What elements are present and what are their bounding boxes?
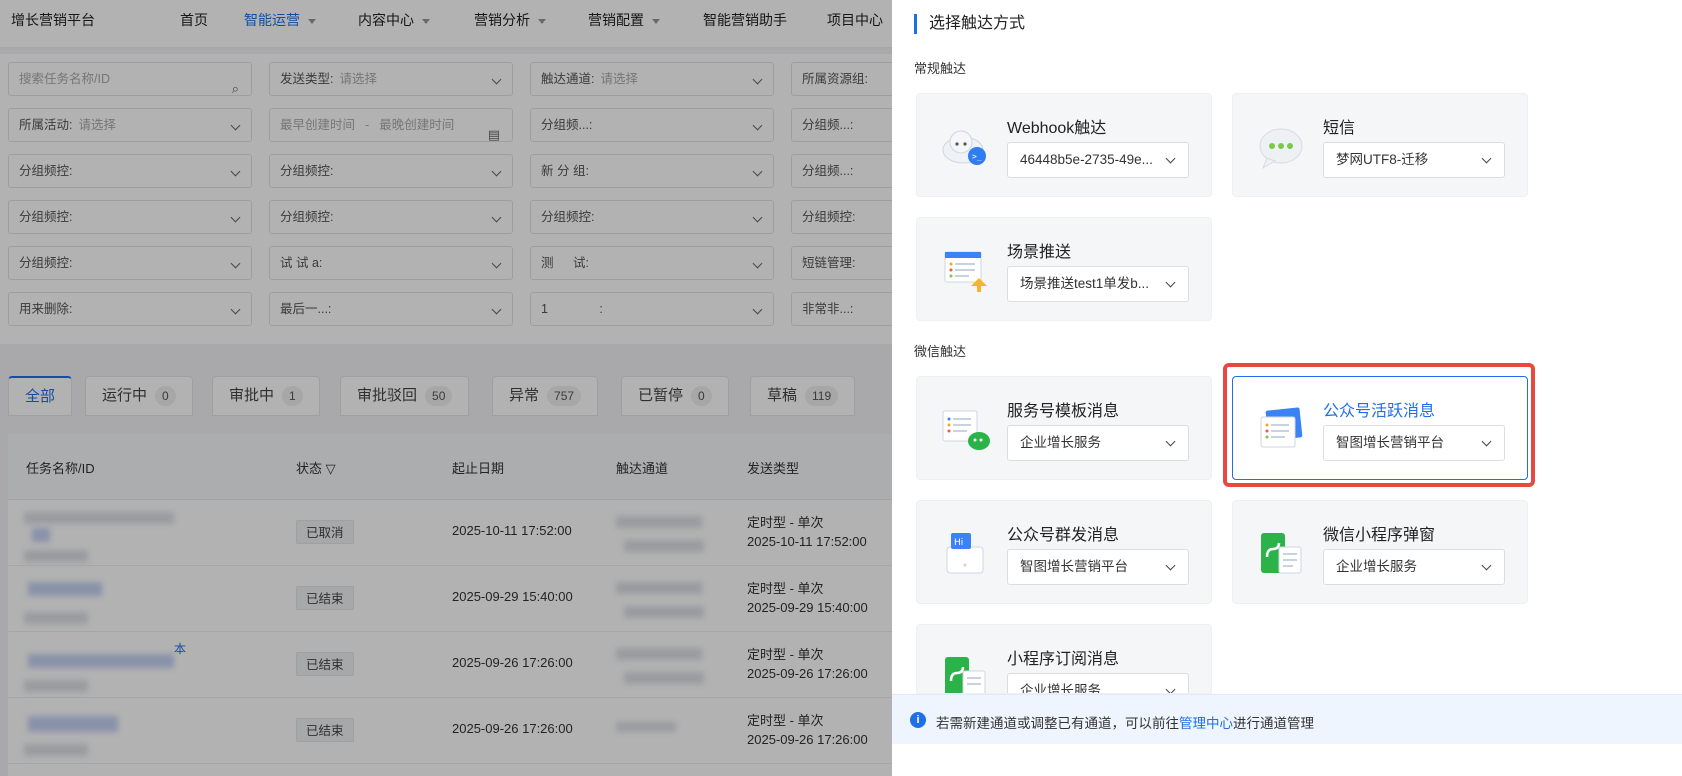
chevron-down-icon <box>1165 436 1176 447</box>
chevron-down-icon <box>1165 560 1176 571</box>
cloud-terminal-icon: >_ <box>942 130 986 165</box>
channel-name: 小程序订阅消息 <box>1007 651 1120 668</box>
channel-name: 场景推送 <box>1007 244 1072 261</box>
section-wechat: 微信触达 <box>914 344 967 359</box>
chevron-down-icon <box>1165 684 1176 693</box>
channel-card-scene-push[interactable]: 场景推送 场景推送test1单发b... <box>916 217 1212 321</box>
info-icon: i <box>910 712 926 728</box>
channel-name: 短信 <box>1323 120 1356 137</box>
channel-card-oa-mass[interactable]: Hi 公众号群发消息 智图增长营销平台 <box>916 500 1212 604</box>
drawer-title: 选择触达方式 <box>914 14 1025 34</box>
miniprogram-subscribe-select[interactable]: 企业增长服务 <box>1007 673 1189 693</box>
section-regular: 常规触达 <box>914 61 967 76</box>
miniprogram-icon <box>1261 533 1302 574</box>
chevron-down-icon <box>1481 560 1492 571</box>
chevron-down-icon <box>1165 277 1176 288</box>
document-push-icon <box>944 251 987 292</box>
miniprogram-icon <box>945 657 986 693</box>
channel-card-miniprogram-subscribe[interactable]: 小程序订阅消息 企业增长服务 <box>916 624 1212 694</box>
webhook-account-select[interactable]: 46448b5e-2735-49e... <box>1007 142 1189 178</box>
chat-bubble-icon <box>1259 128 1303 170</box>
highlight-box <box>1223 363 1535 487</box>
chevron-down-icon <box>1481 153 1492 164</box>
svg-text:>_: >_ <box>972 152 982 161</box>
template-message-icon <box>942 410 990 450</box>
management-center-link[interactable]: 管理中心 <box>1179 716 1233 731</box>
channel-card-miniprogram-popup[interactable]: 微信小程序弹窗 企业增长服务 <box>1232 500 1528 604</box>
channel-name: 公众号群发消息 <box>1007 527 1120 544</box>
channel-card-webhook[interactable]: >_ Webhook触达 46448b5e-2735-49e... <box>916 93 1212 197</box>
scene-push-select[interactable]: 场景推送test1单发b... <box>1007 266 1189 302</box>
service-account-select[interactable]: 企业增长服务 <box>1007 425 1189 461</box>
miniprogram-popup-select[interactable]: 企业增长服务 <box>1323 549 1505 585</box>
svg-text:Hi: Hi <box>954 538 963 548</box>
hi-message-icon: Hi <box>946 533 984 574</box>
channel-name: 微信小程序弹窗 <box>1323 527 1436 544</box>
modal-overlay[interactable] <box>0 0 892 776</box>
channel-card-service-template[interactable]: 服务号模板消息 企业增长服务 <box>916 376 1212 480</box>
notice-text: 若需新建通道或调整已有通道，可以前往管理中心进行通道管理 <box>936 716 1314 731</box>
channel-card-sms[interactable]: 短信 梦网UTF8-迁移 <box>1232 93 1528 197</box>
chevron-down-icon <box>1165 153 1176 164</box>
sms-account-select[interactable]: 梦网UTF8-迁移 <box>1323 142 1505 178</box>
channel-notice-bar: i 若需新建通道或调整已有通道，可以前往管理中心进行通道管理 <box>892 694 1682 744</box>
channel-name: Webhook触达 <box>1007 120 1107 137</box>
oa-mass-account-select[interactable]: 智图增长营销平台 <box>1007 549 1189 585</box>
channel-name: 服务号模板消息 <box>1007 403 1120 420</box>
